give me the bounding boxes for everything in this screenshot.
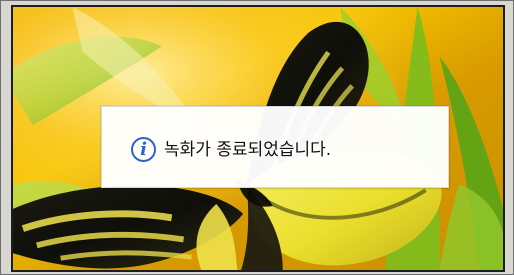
device-frame: i 녹화가 종료되었습니다. bbox=[0, 0, 514, 275]
screen: i 녹화가 종료되었습니다. bbox=[11, 5, 505, 272]
info-icon: i bbox=[131, 137, 156, 162]
notification-toast: i 녹화가 종료되었습니다. bbox=[101, 106, 449, 188]
notification-message: 녹화가 종료되었습니다. bbox=[164, 140, 332, 160]
